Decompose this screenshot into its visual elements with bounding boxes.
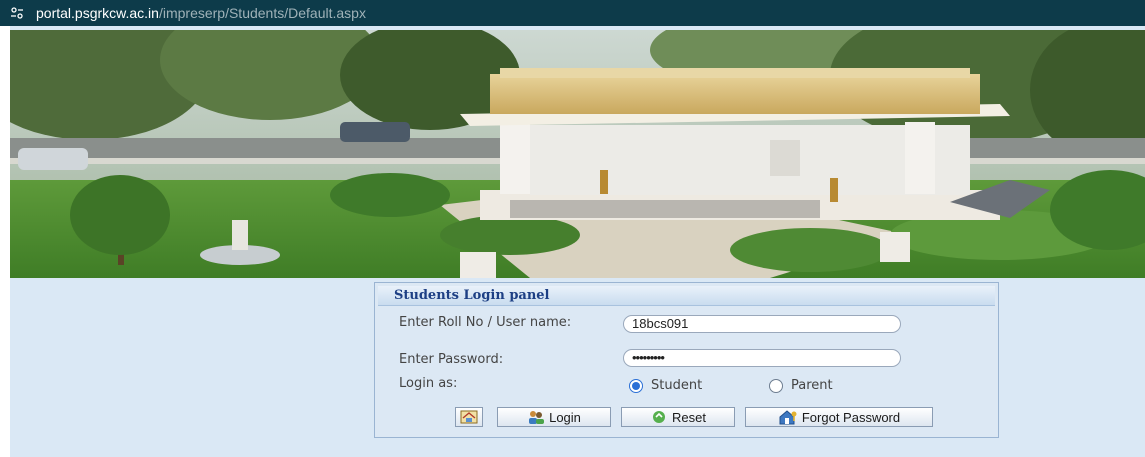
- reset-button-label[interactable]: Reset: [672, 410, 706, 425]
- parent-radio-button[interactable]: [769, 378, 783, 393]
- reset-button[interactable]: Reset: [621, 407, 735, 427]
- home-icon[interactable]: [460, 410, 478, 424]
- users-icon: [529, 411, 545, 424]
- password-label: Enter Password:: [399, 352, 504, 367]
- roll-number-input[interactable]: 18bcs091: [623, 315, 901, 333]
- login-button-label[interactable]: Login: [549, 410, 581, 425]
- home-button[interactable]: [455, 407, 483, 427]
- forgot-password-label[interactable]: Forgot Password: [802, 410, 900, 425]
- campus-banner-image: [10, 30, 1145, 278]
- forgot-password-button[interactable]: Forgot Password: [745, 407, 933, 427]
- roll-number-label: Enter Roll No / User name:: [399, 315, 572, 330]
- parent-radio-label[interactable]: Parent: [791, 378, 833, 393]
- address-bar[interactable]: portal.psgrkcw.ac.in/impreserp/Students/…: [0, 0, 1145, 26]
- panel-header: Students Login panel: [378, 286, 995, 306]
- url-path[interactable]: /impreserp/Students/Default.aspx: [159, 5, 366, 21]
- refresh-icon: [653, 411, 666, 423]
- login-as-label: Login as:: [399, 376, 458, 391]
- url-domain[interactable]: portal.psgrkcw.ac.in: [36, 5, 159, 21]
- house-key-icon: [779, 410, 797, 425]
- login-button[interactable]: Login: [497, 407, 611, 427]
- password-input[interactable]: •••••••••: [623, 349, 901, 367]
- page-body: Students Login panel Enter Roll No / Use…: [10, 26, 1145, 457]
- login-panel: Students Login panel Enter Roll No / Use…: [374, 282, 999, 438]
- student-radio-label[interactable]: Student: [651, 378, 702, 393]
- student-radio-option[interactable]: Student: [629, 378, 702, 393]
- panel-title: Students Login panel: [394, 288, 550, 303]
- parent-radio-option[interactable]: Parent: [769, 378, 833, 393]
- site-settings-icon[interactable]: [10, 6, 24, 20]
- student-radio-button[interactable]: [629, 378, 643, 393]
